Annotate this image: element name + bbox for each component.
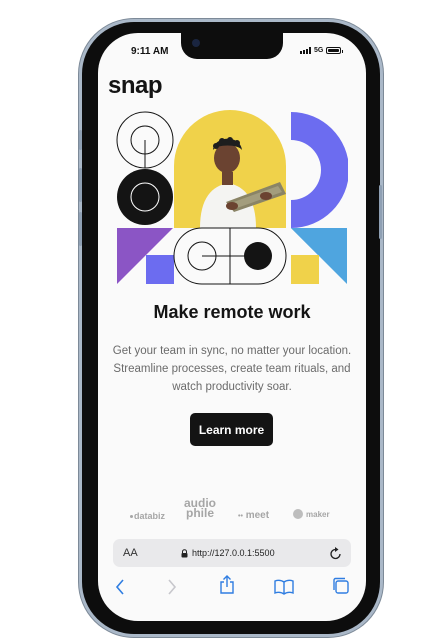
capsule-black-circle <box>244 242 272 270</box>
signal-icon <box>300 47 311 54</box>
partner-maker-logo: maker <box>293 509 330 519</box>
partner-databiz-logo: databiz <box>130 511 165 521</box>
front-camera <box>192 39 200 47</box>
network-label: 5G <box>314 47 324 54</box>
battery-icon <box>326 47 344 54</box>
browser-toolbar <box>98 574 366 602</box>
hero-illustration <box>116 110 348 285</box>
side-button-silent <box>79 130 82 150</box>
side-button-volume-up <box>79 168 82 202</box>
brand-logo[interactable]: snap <box>108 72 163 100</box>
sky-triangle-left <box>291 228 319 256</box>
text-size-button[interactable]: AA <box>123 547 138 559</box>
yellow-square <box>291 255 319 284</box>
url-display[interactable]: http://127.0.0.1:5500 <box>181 548 275 558</box>
forward-chevron-icon[interactable] <box>166 578 178 596</box>
bookmarks-icon[interactable] <box>274 579 294 595</box>
meet-dots-icon: •• <box>238 513 243 520</box>
learn-more-button[interactable]: Learn more <box>190 413 273 446</box>
hero-description: Get your team in sync, no matter your lo… <box>112 345 352 393</box>
side-button-power <box>379 185 382 239</box>
black-circle-shape <box>117 169 173 225</box>
page-headline: Make remote work <box>153 302 311 322</box>
browser-url-bar[interactable]: AA http://127.0.0.1:5500 <box>113 539 351 567</box>
lock-icon <box>181 548 188 557</box>
reload-icon[interactable] <box>329 545 343 561</box>
back-chevron-icon[interactable] <box>114 578 126 596</box>
side-button-volume-down <box>79 212 82 246</box>
partner-audiophile-logo: audio phile <box>184 496 216 520</box>
partner-meet-logo: •• meet <box>238 510 270 521</box>
maker-circle-icon <box>293 509 303 519</box>
databiz-dot-icon <box>130 515 133 519</box>
tabs-icon[interactable] <box>332 577 350 595</box>
purple-half-ring <box>291 112 348 228</box>
status-time: 9:11 AM <box>131 46 169 57</box>
status-indicators: 5G <box>300 47 344 54</box>
partner-logos: databiz audio phile •• meet maker <box>98 496 366 528</box>
share-icon[interactable] <box>219 575 235 595</box>
blue-square <box>146 255 174 284</box>
